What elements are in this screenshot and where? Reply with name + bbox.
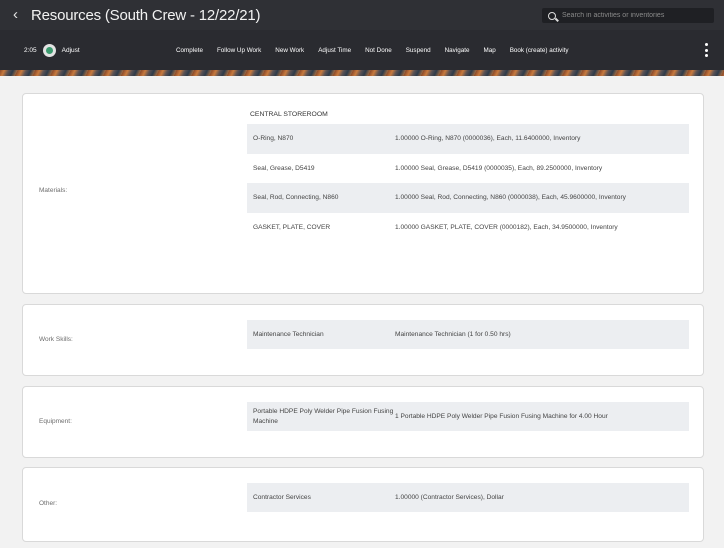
more-options-icon[interactable] [705, 43, 708, 57]
not-done-button[interactable]: Not Done [365, 47, 392, 54]
list-item: Portable HDPE Poly Welder Pipe Fusion Fu… [247, 402, 689, 431]
adjust-icon[interactable] [42, 43, 56, 57]
app-header: ‹ Resources (South Crew - 12/22/21) [0, 0, 724, 30]
search-icon [548, 11, 556, 20]
other-label: Other: [39, 500, 58, 507]
search-input[interactable] [562, 12, 702, 19]
work-skills-card: Work Skills: Maintenance Technician Main… [22, 304, 704, 376]
page-title: Resources (South Crew - 12/22/21) [31, 6, 261, 24]
material-detail: 1.00000 GASKET, PLATE, COVER (0000182), … [395, 224, 618, 232]
material-detail: 1.00000 O-Ring, N870 (0000036), Each, 11… [395, 135, 581, 143]
time-label: 2:05 [24, 46, 37, 54]
adjust-time-button[interactable]: Adjust Time [318, 47, 351, 54]
complete-button[interactable]: Complete [176, 47, 203, 54]
skill-name: Maintenance Technician [253, 330, 324, 338]
list-item: O-Ring, N870 1.00000 O-Ring, N870 (00000… [247, 124, 689, 154]
list-item: Maintenance Technician Maintenance Techn… [247, 320, 689, 349]
list-item: Contractor Services 1.00000 (Contractor … [247, 483, 689, 512]
chevron-left-icon[interactable]: ‹ [13, 0, 31, 30]
equipment-name: Portable HDPE Poly Welder Pipe Fusion Fu… [253, 408, 394, 425]
materials-list: CENTRAL STOREROOM O-Ring, N870 1.00000 O… [247, 108, 689, 243]
other-list: Contractor Services 1.00000 (Contractor … [247, 483, 689, 512]
material-name: O-Ring, N870 [253, 135, 294, 143]
other-name: Contractor Services [253, 493, 311, 501]
equipment-card: Equipment: Portable HDPE Poly Welder Pip… [22, 386, 704, 458]
material-name: Seal, Rod, Connecting, N860 [253, 194, 339, 202]
action-toolbar: 2:05 Adjust Complete Follow Up Work New … [0, 30, 724, 70]
follow-up-work-button[interactable]: Follow Up Work [217, 47, 261, 54]
list-item: GASKET, PLATE, COVER 1.00000 GASKET, PLA… [247, 213, 689, 243]
list-item: Seal, Grease, D5419 1.00000 Seal, Grease… [247, 154, 689, 183]
adjust-button[interactable]: Adjust [62, 47, 80, 54]
material-detail: 1.00000 Seal, Rod, Connecting, N860 (000… [395, 194, 626, 202]
navigate-button[interactable]: Navigate [445, 47, 470, 54]
list-item: Seal, Rod, Connecting, N860 1.00000 Seal… [247, 183, 689, 213]
work-skills-label: Work Skills: [39, 336, 73, 343]
materials-label: Materials: [39, 187, 68, 194]
book-activity-button[interactable]: Book (create) activity [510, 47, 569, 54]
material-name: GASKET, PLATE, COVER [253, 224, 331, 232]
suspend-button[interactable]: Suspend [406, 47, 431, 54]
map-button[interactable]: Map [483, 47, 495, 54]
materials-card: Materials: CENTRAL STOREROOM O-Ring, N87… [22, 93, 704, 294]
work-skills-list: Maintenance Technician Maintenance Techn… [247, 320, 689, 349]
storeroom-heading: CENTRAL STOREROOM [250, 111, 328, 118]
other-card: Other: Contractor Services 1.00000 (Cont… [22, 467, 704, 542]
resources-content: Materials: CENTRAL STOREROOM O-Ring, N87… [0, 76, 724, 548]
action-buttons: Complete Follow Up Work New Work Adjust … [170, 30, 569, 70]
equipment-detail: 1 Portable HDPE Poly Welder Pipe Fusion … [395, 412, 608, 420]
skill-detail: Maintenance Technician (1 for 0.50 hrs) [395, 330, 511, 338]
material-detail: 1.00000 Seal, Grease, D5419 (0000035), E… [395, 164, 603, 172]
equipment-label: Equipment: [39, 418, 72, 425]
material-name: Seal, Grease, D5419 [253, 164, 315, 172]
equipment-list: Portable HDPE Poly Welder Pipe Fusion Fu… [247, 402, 689, 431]
other-detail: 1.00000 (Contractor Services), Dollar [395, 493, 504, 501]
new-work-button[interactable]: New Work [275, 47, 304, 54]
search-box[interactable] [542, 8, 714, 23]
